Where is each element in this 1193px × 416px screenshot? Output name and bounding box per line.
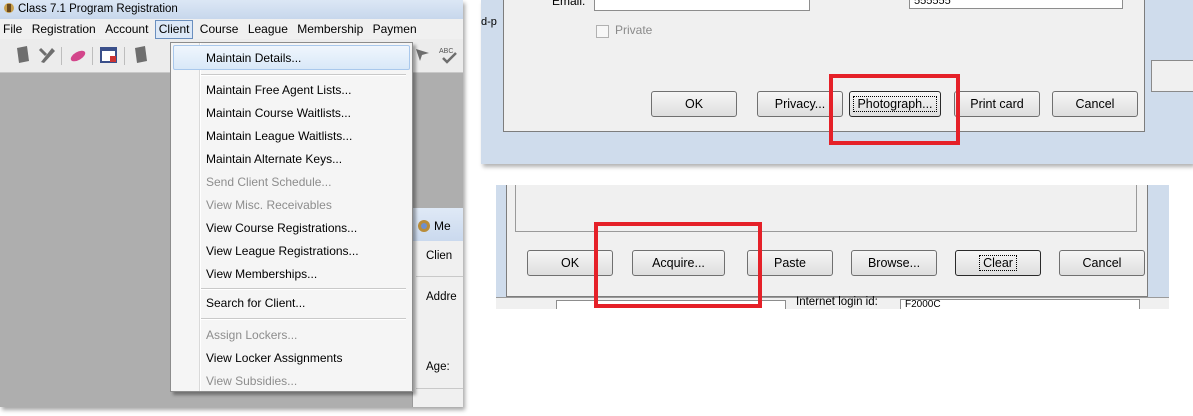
menu-client[interactable]: Client — [154, 20, 194, 39]
menu-item-alternate-keys[interactable]: Maintain Alternate Keys... — [206, 152, 342, 166]
toolbar-divider — [61, 47, 62, 65]
menu-item-course-waitlists[interactable]: Maintain Course Waitlists... — [206, 106, 351, 120]
internet-login-label: Internet login id: — [796, 296, 878, 308]
print-card-button[interactable]: Print card — [954, 91, 1040, 117]
book-icon[interactable] — [14, 45, 32, 65]
menu-item-search-client[interactable]: Search for Client... — [206, 296, 305, 310]
menu-item-course-registrations[interactable]: View Course Registrations... — [206, 221, 357, 235]
background-window-edge — [1151, 60, 1193, 92]
member-divider — [416, 276, 463, 277]
menu-league[interactable]: League — [245, 19, 291, 39]
svg-text:ABC: ABC — [439, 48, 453, 55]
side-fragment-text: d-p — [481, 16, 497, 28]
menu-gutter — [199, 43, 201, 391]
phone-value: 555555 — [914, 0, 951, 7]
window-icon[interactable] — [99, 45, 119, 65]
photograph-highlight-box — [829, 74, 960, 145]
member-window-titlebar: Me — [412, 208, 463, 241]
program-registration-window: Class 7.1 Program Registration File Regi… — [0, 0, 463, 407]
menu-item-send-schedule: Send Client Schedule... — [206, 175, 332, 189]
menu-bar: File Registration Account Client Course … — [0, 19, 463, 39]
clear-button[interactable]: Clear — [955, 250, 1041, 276]
menu-item-assign-lockers: Assign Lockers... — [206, 328, 298, 342]
ok-button-2-label: OK — [560, 256, 580, 270]
pointer-icon[interactable] — [413, 45, 433, 65]
member-divider-2 — [416, 388, 463, 389]
menu-separator — [201, 318, 406, 320]
menu-separator — [201, 74, 406, 76]
address-label: Addre — [426, 291, 457, 303]
cancel-button-2[interactable]: Cancel — [1059, 250, 1145, 276]
dialog-frame: Email: 555555 Private OK Privacy... Phot… — [503, 0, 1145, 132]
clear-button-label: Clear — [979, 255, 1017, 271]
internet-login-value: F2000C — [905, 299, 941, 310]
email-label: Email: — [552, 0, 586, 8]
menu-payment[interactable]: Paymen — [370, 19, 420, 39]
cancel-button-2-label: Cancel — [1082, 256, 1122, 270]
phone-field[interactable]: 555555 — [909, 0, 1123, 9]
member-window-title: Me — [434, 219, 451, 233]
acquire-highlight-box — [594, 222, 762, 308]
privacy-button-label: Privacy... — [774, 97, 826, 111]
window-titlebar: Class 7.1 Program Registration — [0, 0, 463, 19]
ok-button[interactable]: OK — [651, 91, 737, 117]
internet-login-field: F2000C — [900, 299, 1140, 309]
ok-button-label: OK — [684, 97, 704, 111]
window-title: Class 7.1 Program Registration — [18, 3, 178, 15]
menu-membership[interactable]: Membership — [294, 19, 366, 39]
menu-file[interactable]: File — [0, 19, 25, 39]
photograph-dialog-crop: OK Acquire... Paste Browse... Clear Canc… — [496, 185, 1169, 309]
menu-item-maintain-details[interactable]: Maintain Details... — [206, 51, 301, 65]
cancel-button-label: Cancel — [1075, 97, 1115, 111]
menu-registration[interactable]: Registration — [29, 19, 99, 39]
age-label: Age: — [426, 361, 450, 373]
paste-button-label: Paste — [774, 256, 806, 270]
menu-item-league-waitlists[interactable]: Maintain League Waitlists... — [206, 129, 352, 143]
print-card-button-label: Print card — [970, 97, 1024, 111]
client-details-dialog-crop: d-p Email: 555555 Private OK Privacy... … — [481, 0, 1193, 164]
menu-item-memberships[interactable]: View Memberships... — [206, 267, 317, 281]
menu-account[interactable]: Account — [102, 19, 151, 39]
client-label: Clien — [426, 250, 453, 262]
spellcheck-icon[interactable]: ABC — [438, 45, 460, 65]
private-checkbox[interactable] — [596, 25, 609, 38]
pen-icon[interactable] — [38, 45, 58, 65]
toolbar-divider — [124, 47, 125, 65]
member-app-icon — [418, 220, 430, 232]
private-label: Private — [615, 23, 653, 37]
menu-item-league-registrations[interactable]: View League Registrations... — [206, 244, 359, 258]
app-icon — [4, 3, 14, 13]
menu-item-subsidies: View Subsidies... — [206, 374, 298, 388]
client-dropdown-menu: Maintain Details... Maintain Free Agent … — [170, 42, 413, 392]
email-field[interactable] — [594, 0, 810, 11]
menu-item-free-agent-lists[interactable]: Maintain Free Agent Lists... — [206, 83, 351, 97]
cancel-button[interactable]: Cancel — [1052, 91, 1138, 117]
toolbar-divider — [92, 47, 93, 65]
menu-course[interactable]: Course — [197, 19, 242, 39]
browse-button-label: Browse... — [867, 256, 921, 270]
browse-button[interactable]: Browse... — [851, 250, 937, 276]
eraser-icon[interactable] — [68, 45, 88, 65]
menu-item-misc-receivables: View Misc. Receivables — [206, 198, 332, 212]
menu-separator — [201, 288, 406, 290]
menu-item-locker-assignments[interactable]: View Locker Assignments — [206, 351, 343, 365]
book-icon-2[interactable] — [132, 45, 150, 65]
